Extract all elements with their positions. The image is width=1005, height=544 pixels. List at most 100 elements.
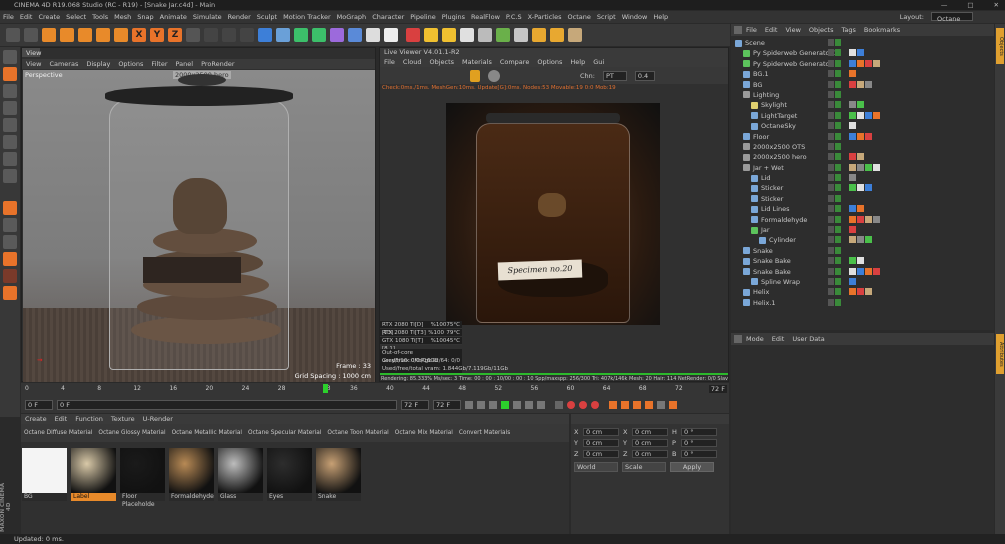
tag-icon[interactable] <box>849 277 856 285</box>
attribute-menu-mode[interactable]: Mode <box>742 334 768 344</box>
tag-icon[interactable] <box>849 205 856 213</box>
viewport-menu-view[interactable]: View <box>22 59 45 69</box>
start-frame-field[interactable]: 0 F <box>25 400 53 410</box>
attributes-tab[interactable]: Attributes <box>996 334 1004 374</box>
material-type-octane-metallic-material[interactable]: Octane Metallic Material <box>169 430 245 436</box>
visibility-dot-icon[interactable] <box>828 80 834 88</box>
material-menu-u-render[interactable]: U-Render <box>139 414 177 424</box>
x-axis-button[interactable]: X <box>132 28 146 42</box>
octane-scatter-icon[interactable] <box>496 28 510 42</box>
object-menu-tags[interactable]: Tags <box>837 25 859 35</box>
enable-check-icon[interactable] <box>835 298 841 306</box>
material-item[interactable]: BG <box>22 448 67 504</box>
tag-icon[interactable] <box>857 101 864 109</box>
render-picture-viewer-icon[interactable] <box>222 28 236 42</box>
visibility-dot-icon[interactable] <box>828 122 834 130</box>
visibility-dot-icon[interactable] <box>828 142 834 150</box>
octane-area-light-icon[interactable] <box>460 28 474 42</box>
soft-selection-icon[interactable] <box>3 235 17 249</box>
z-axis-button[interactable]: Z <box>168 28 182 42</box>
tag-icon[interactable] <box>857 153 864 161</box>
tag-icon[interactable] <box>849 174 856 182</box>
move-icon[interactable] <box>60 28 74 42</box>
tag-icon[interactable] <box>849 101 856 109</box>
recent-tools-icon[interactable] <box>114 28 128 42</box>
tag-icon[interactable] <box>865 59 872 67</box>
y-axis-button[interactable]: Y <box>150 28 164 42</box>
menu-script[interactable]: Script <box>594 11 619 23</box>
live-viewer-menu-cloud[interactable]: Cloud <box>399 57 426 67</box>
menu-mesh[interactable]: Mesh <box>111 11 134 23</box>
material-menu-texture[interactable]: Texture <box>107 414 139 424</box>
object-row[interactable]: Helix <box>731 287 994 297</box>
tag-icon[interactable] <box>849 59 856 67</box>
menu-plugins[interactable]: Plugins <box>439 11 468 23</box>
tag-icon[interactable] <box>865 132 872 140</box>
tag-icon[interactable] <box>857 163 864 171</box>
next-key-icon[interactable] <box>525 401 533 409</box>
close-icon[interactable]: ✕ <box>994 0 999 10</box>
live-viewer-menu-help[interactable]: Help <box>566 57 589 67</box>
apply-button[interactable]: Apply <box>670 462 714 472</box>
visibility-dot-icon[interactable] <box>828 153 834 161</box>
live-selection-icon[interactable] <box>42 28 56 42</box>
lock-icon[interactable] <box>470 69 480 82</box>
material-type-octane-diffuse-material[interactable]: Octane Diffuse Material <box>21 430 95 436</box>
visibility-dot-icon[interactable] <box>828 257 834 265</box>
tag-icon[interactable] <box>849 267 856 275</box>
visibility-dot-icon[interactable] <box>828 298 834 306</box>
tag-icon[interactable] <box>873 59 880 67</box>
visibility-dot-icon[interactable] <box>828 111 834 119</box>
workplane-icon[interactable] <box>3 101 17 115</box>
timeline-ruler[interactable]: 04812162024283336404448525660646872 <box>25 383 715 395</box>
tag-icon[interactable] <box>849 49 856 57</box>
object-menu-objects[interactable]: Objects <box>805 25 838 35</box>
object-row[interactable]: Snake Bake <box>731 267 994 277</box>
visibility-dot-icon[interactable] <box>828 194 834 202</box>
viewport-menu-cameras[interactable]: Cameras <box>45 59 82 69</box>
visibility-dot-icon[interactable] <box>828 59 834 67</box>
octane-camera-icon[interactable] <box>478 28 492 42</box>
layout-select[interactable]: Octane (User) <box>931 12 973 35</box>
octane-texture-icon[interactable] <box>568 28 582 42</box>
attribute-menu-edit[interactable]: Edit <box>768 334 789 344</box>
coord-field[interactable]: 0 ° <box>681 450 717 458</box>
menu-octane[interactable]: Octane <box>565 11 594 23</box>
material-item[interactable]: Formaldehyde <box>169 448 214 504</box>
tag-icon[interactable] <box>865 215 872 223</box>
object-menu-bookmarks[interactable]: Bookmarks <box>860 25 904 35</box>
tag-icon[interactable] <box>857 215 864 223</box>
material-menu-function[interactable]: Function <box>71 414 107 424</box>
enable-check-icon[interactable] <box>835 111 841 119</box>
tag-icon[interactable] <box>849 184 856 192</box>
tag-icon[interactable] <box>849 226 856 234</box>
coord-field[interactable]: 0 cm <box>632 450 668 458</box>
viewport-menu-options[interactable]: Options <box>114 59 147 69</box>
tag-icon[interactable] <box>873 215 880 223</box>
tag-icon[interactable] <box>857 205 864 213</box>
material-item[interactable]: Eyes <box>267 448 312 504</box>
scale-icon[interactable] <box>78 28 92 42</box>
menu-motion-tracker[interactable]: Motion Tracker <box>280 11 334 23</box>
enable-check-icon[interactable] <box>835 174 841 182</box>
sphere-preview-icon[interactable] <box>488 69 500 82</box>
coord-field[interactable]: 0 cm <box>583 439 619 447</box>
visibility-dot-icon[interactable] <box>828 163 834 171</box>
material-menu-create[interactable]: Create <box>21 414 51 424</box>
enable-check-icon[interactable] <box>835 257 841 265</box>
coord-field[interactable]: 0 ° <box>681 439 717 447</box>
tag-icon[interactable] <box>865 236 872 244</box>
menu-help[interactable]: Help <box>650 11 671 23</box>
scheme-icon[interactable] <box>669 401 677 409</box>
coord-field[interactable]: 0 ° <box>681 428 717 436</box>
menu-p-c-s[interactable]: P.C.S <box>503 11 525 23</box>
tag-icon[interactable] <box>873 163 880 171</box>
object-row[interactable]: Lid Lines <box>731 204 994 214</box>
enable-check-icon[interactable] <box>835 101 841 109</box>
render-view-icon[interactable] <box>204 28 218 42</box>
coordinate-system-icon[interactable] <box>186 28 200 42</box>
visibility-dot-icon[interactable] <box>828 174 834 182</box>
previous-key-icon[interactable] <box>477 401 485 409</box>
paint-icon[interactable] <box>3 269 17 283</box>
menu-character[interactable]: Character <box>369 11 407 23</box>
